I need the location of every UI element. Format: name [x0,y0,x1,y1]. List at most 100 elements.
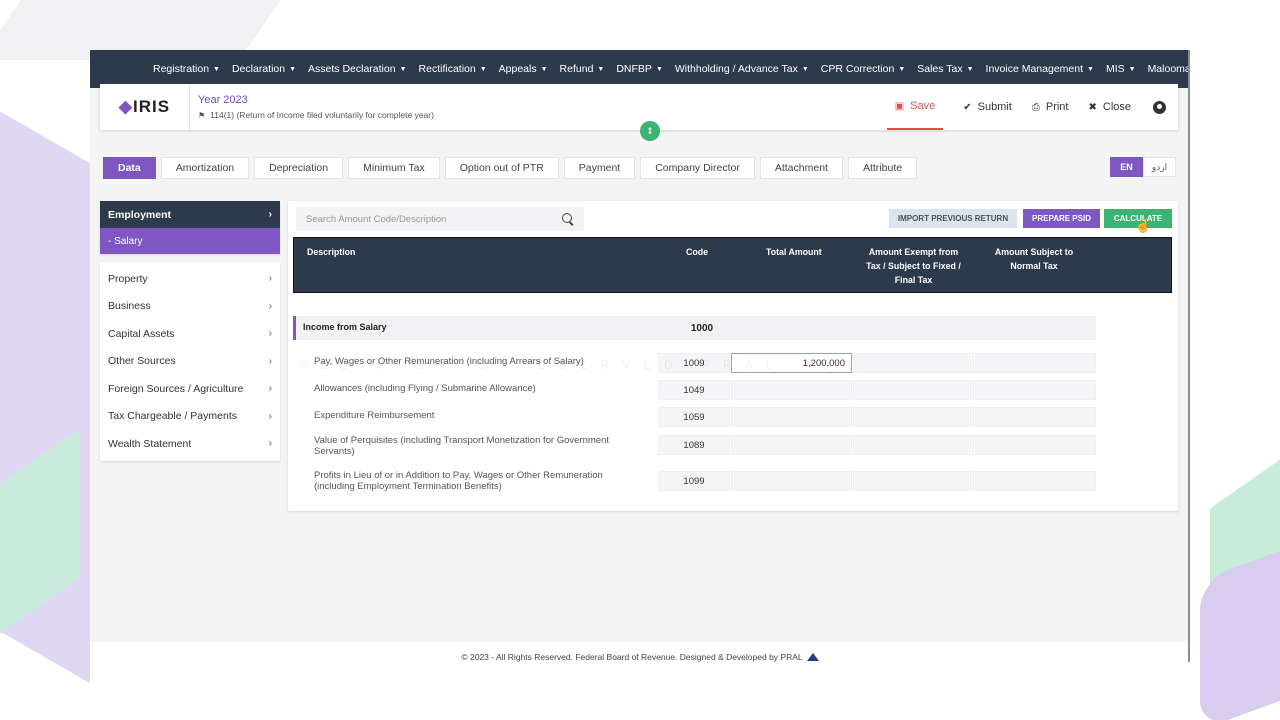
footer: © 2023 - All Rights Reserved. Federal Bo… [0,652,1280,662]
tab-minimum-tax[interactable]: Minimum Tax [348,157,440,179]
normal-tax-amount-input[interactable] [975,353,1096,373]
normal-tax-amount-input[interactable] [975,380,1096,400]
tab-attribute[interactable]: Attribute [847,157,918,179]
col-code: Code [686,247,708,257]
pral-logo-icon [806,653,819,661]
close-circle-icon: ✖ [1088,101,1097,113]
normal-tax-amount-input[interactable] [975,435,1096,455]
caret-down-icon: ▼ [898,65,906,73]
lang-en-button[interactable]: EN [1110,157,1143,177]
caret-down-icon: ▼ [399,65,407,73]
sidebar-item-employment[interactable]: Employment › [100,201,280,228]
prepare-psid-button[interactable]: Prepare PSID [1023,209,1100,228]
sidebar-item-capital-assets[interactable]: Capital Assets › [100,320,280,348]
row-code: 1089 [658,435,730,455]
sidebar-subitem-salary[interactable]: - Salary [100,228,280,254]
group-income-from-salary: Income from Salary 1000 [293,316,1096,340]
caret-down-icon: ▼ [597,65,605,73]
normal-tax-amount-input[interactable] [975,407,1096,427]
nav-assets-declaration[interactable]: Assets Declaration ▼ [302,63,412,75]
tab-option-out-of-ptr[interactable]: Option out of PTR [444,157,559,179]
submit-button[interactable]: ✔ Submit [963,84,1012,130]
nav-refund[interactable]: Refund ▼ [554,63,611,75]
user-account-icon[interactable] [1153,100,1166,114]
iris-logo: ◆ IRIS [100,84,190,130]
save-button[interactable]: ▣ Save [886,84,944,130]
exempt-amount-input[interactable] [853,353,974,373]
sidebar-item-wealth-statement[interactable]: Wealth Statement › [100,430,280,458]
expand-collapse-icon[interactable]: ⇕ [640,121,660,141]
total-amount-input[interactable] [731,380,852,400]
col-total-amount: Total Amount [766,247,822,257]
nav-rectification[interactable]: Rectification ▼ [413,63,493,75]
search-input[interactable]: Search Amount Code/Description [296,207,584,231]
tab-company-director[interactable]: Company Director [640,157,755,179]
chevron-right-icon: › [268,273,272,285]
nav-cpr-correction[interactable]: CPR Correction ▼ [815,63,911,75]
group-code: 1000 [690,322,714,334]
caret-down-icon: ▼ [479,65,487,73]
nav-appeals[interactable]: Appeals ▼ [493,63,554,75]
check-circle-icon: ✔ [963,101,972,113]
row-code: 1049 [658,380,730,400]
chevron-right-icon: › [268,328,272,340]
col-amount-normal: Amount Subject to Normal Tax [994,247,1074,271]
exempt-amount-input[interactable] [853,380,974,400]
tax-year: Year 2023 [198,94,248,106]
close-button[interactable]: ✖ Close [1088,84,1131,130]
group-label: Income from Salary [303,322,387,332]
nav-registration[interactable]: Registration ▼ [147,63,226,75]
tab-data[interactable]: Data [103,157,156,179]
footer-text: © 2023 - All Rights Reserved. Federal Bo… [461,652,803,662]
row-code: 1099 [658,471,730,491]
col-description: Description [307,247,356,257]
salary-form: Search Amount Code/Description Import Pr… [288,201,1178,511]
nav-declaration[interactable]: Declaration ▼ [226,63,302,75]
exempt-amount-input[interactable] [853,471,974,491]
top-navigation: Registration ▼ Declaration ▼ Assets Declar… [90,50,1190,88]
language-toggle: EN اردو [1110,157,1176,177]
total-amount-input[interactable] [731,407,852,427]
flag-icon: ⚑ [198,110,206,120]
total-amount-input[interactable] [731,471,852,491]
sidebar-item-other-sources[interactable]: Other Sources › [100,348,280,376]
sidebar-item-tax-chargeable[interactable]: Tax Chargeable / Payments › [100,403,280,431]
lang-ur-button[interactable]: اردو [1143,157,1176,177]
import-previous-return-button[interactable]: Import Previous Return [889,209,1017,228]
chevron-right-icon: › [268,410,272,422]
row-description: Expenditure Reimbursement [314,410,435,421]
exempt-amount-input[interactable] [853,407,974,427]
col-amount-exempt: Amount Exempt from Tax / Subject to Fixe… [866,247,961,285]
nav-maloomat[interactable]: Maloomat▼ [1142,63,1190,75]
caret-down-icon: ▼ [213,65,220,73]
print-button[interactable]: ⎙ Print [1032,84,1069,130]
tab-attachment[interactable]: Attachment [759,157,843,179]
nav-sales-tax[interactable]: Sales Tax ▼ [911,63,979,75]
chevron-right-icon: › [268,355,272,367]
caret-down-icon: ▼ [1087,65,1094,73]
window-edge [1188,50,1190,662]
search-icon[interactable] [562,213,574,225]
chevron-right-icon: › [268,300,272,312]
row-description: Allowances (including Flying / Submarine… [314,383,536,394]
nav-withholding[interactable]: Withholding / Advance Tax ▼ [669,63,815,75]
sidebar-item-property[interactable]: Property › [100,265,280,293]
sidebar: Employment › - Salary Property › Business ›… [100,201,280,461]
total-amount-input[interactable] [731,435,852,455]
normal-tax-amount-input[interactable] [975,471,1096,491]
sidebar-item-foreign-sources[interactable]: Foreign Sources / Agriculture › [100,375,280,403]
chevron-right-icon: › [268,209,272,220]
tab-amortization[interactable]: Amortization [160,157,250,179]
caret-down-icon: ▼ [801,65,809,73]
sidebar-item-business[interactable]: Business › [100,293,280,321]
tab-payment[interactable]: Payment [563,157,636,179]
row-description: Value of Perquisites (including Transpor… [314,435,610,457]
nav-dnfbp[interactable]: DNFBP ▼ [610,63,669,75]
exempt-amount-input[interactable] [853,435,974,455]
nav-mis[interactable]: MIS ▼ [1100,63,1142,75]
caret-down-icon: ▼ [540,65,548,73]
search-placeholder: Search Amount Code/Description [306,213,447,225]
app-window: Registration ▼ Declaration ▼ Assets Declar… [90,50,1190,642]
nav-invoice-management[interactable]: Invoice Management ▼ [980,63,1100,75]
tab-depreciation[interactable]: Depreciation [254,157,344,179]
